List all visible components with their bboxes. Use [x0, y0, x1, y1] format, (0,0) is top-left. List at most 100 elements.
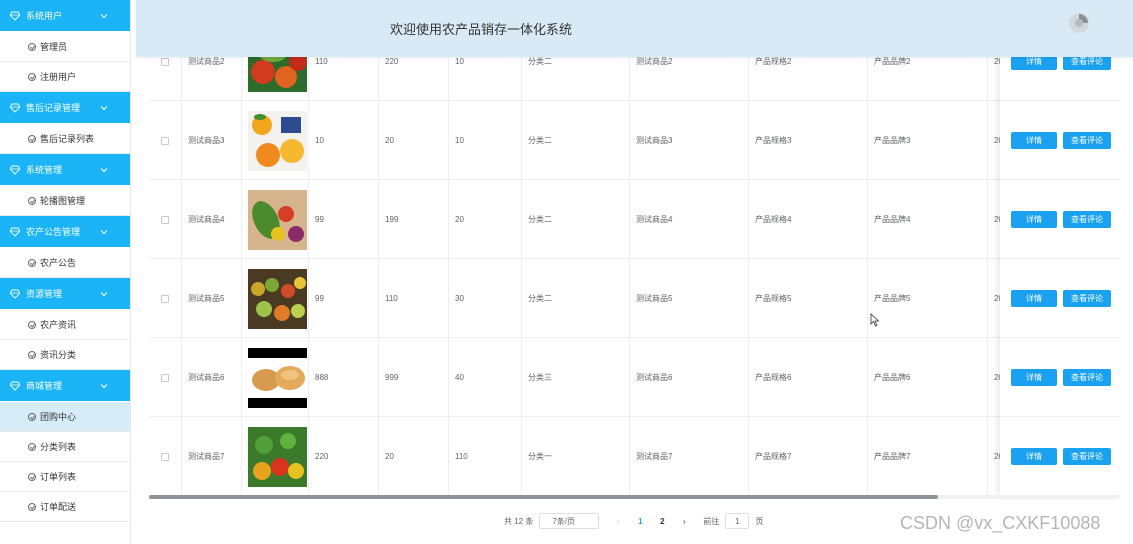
detail-button[interactable]: 详情	[1011, 448, 1057, 465]
menu-group-title: 系统用户	[26, 11, 63, 21]
row-checkbox-cell	[149, 417, 181, 496]
cell-category: 分类三	[521, 338, 629, 417]
product-thumbnail	[248, 268, 307, 329]
view-reviews-button[interactable]: 查看评论	[1063, 211, 1111, 228]
row-checkbox[interactable]	[161, 294, 169, 303]
menu-group-5[interactable]: 商城管理	[0, 370, 130, 402]
row-divider	[1000, 100, 1120, 101]
cell-c1: 220	[308, 417, 378, 496]
table-row: 测试商品3 10 20 10 分类二 测试商品3 产品规格3 产品品牌3 20	[149, 101, 1119, 180]
gem-icon	[10, 11, 20, 21]
cell-c1: 99	[308, 180, 378, 259]
page-size-select[interactable]: 7条/页	[539, 513, 600, 529]
table-row: 测试商品7 220 20 110 分类一 测试商品7 产品规格7 产品品牌7 20	[149, 417, 1119, 496]
cell-name: 测试商品7	[181, 417, 241, 496]
product-thumbnail	[248, 110, 307, 171]
menu-item[interactable]: 资讯分类	[0, 340, 130, 370]
detail-button[interactable]: 详情	[1011, 369, 1057, 386]
view-reviews-button[interactable]: 查看评论	[1063, 369, 1111, 386]
cell-c3: 30	[448, 259, 521, 338]
cell-title: 测试商品7	[629, 417, 748, 496]
cell-spec: 产品规格7	[748, 417, 867, 496]
goto-page-input[interactable]: 1	[725, 513, 750, 529]
row-checkbox[interactable]	[161, 57, 169, 66]
watermark: CSDN @vx_CXKF10088	[900, 513, 1101, 533]
product-image-cell	[241, 338, 308, 417]
row-checkbox-cell	[149, 101, 181, 180]
view-reviews-button[interactable]: 查看评论	[1063, 132, 1111, 149]
menu-item[interactable]: 农产公告	[0, 248, 130, 278]
row-divider	[1000, 179, 1120, 180]
view-reviews-button[interactable]: 查看评论	[1063, 448, 1111, 465]
product-thumbnail	[248, 426, 307, 487]
next-page-icon[interactable]: ›	[679, 517, 689, 526]
menu-group-title: 系统管理	[26, 165, 63, 175]
table-row: 测试商品6 888 999 40 分类三 测试商品6 产品规格6 产品品牌6 20	[149, 338, 1119, 417]
menu-item[interactable]: 轮播图管理	[0, 186, 130, 216]
menu-group-3[interactable]: 农产公告管理	[0, 216, 130, 248]
cell-brand: 产品品牌6	[867, 338, 987, 417]
menu-item[interactable]: 售后记录列表	[0, 124, 130, 154]
product-image-cell	[241, 417, 308, 496]
pagination: 共 12 条 7条/页 ‹ 1 2 › 前往 1 页	[504, 512, 763, 530]
detail-button[interactable]: 详情	[1011, 211, 1057, 228]
cell-brand: 产品品牌3	[867, 101, 987, 180]
cell-c2: 999	[378, 338, 448, 417]
check-circle-icon	[28, 412, 36, 421]
page-1-button[interactable]: 1	[633, 517, 647, 526]
row-checkbox[interactable]	[161, 215, 169, 224]
cell-name: 测试商品3	[181, 101, 241, 180]
mouse-cursor-icon	[870, 313, 880, 327]
check-circle-icon	[28, 42, 36, 51]
check-circle-icon	[28, 72, 36, 81]
chevron-down-icon	[100, 168, 108, 173]
menu-item[interactable]: 订单配送	[0, 492, 130, 522]
menu-group-title: 商城管理	[26, 381, 63, 391]
cell-c1: 10	[308, 101, 378, 180]
row-checkbox[interactable]	[161, 373, 169, 382]
menu-item-label: 注册用户	[40, 72, 77, 82]
menu-item[interactable]: 注册用户	[0, 62, 130, 92]
check-circle-icon	[28, 196, 36, 205]
goto-suffix: 页	[755, 516, 764, 526]
cell-c3: 40	[448, 338, 521, 417]
page-2-button[interactable]: 2	[655, 517, 669, 526]
row-checkbox[interactable]	[161, 136, 169, 145]
menu-item[interactable]: 分类列表	[0, 432, 130, 462]
menu-item[interactable]: 订单列表	[0, 462, 130, 492]
check-circle-icon	[28, 320, 36, 329]
menu-group-0[interactable]: 系统用户	[0, 0, 130, 32]
cell-c2: 20	[378, 417, 448, 496]
row-divider	[1000, 337, 1120, 338]
menu-group-2[interactable]: 系统管理	[0, 154, 130, 186]
horizontal-scrollbar-thumb[interactable]	[149, 495, 938, 499]
cell-category: 分类二	[521, 180, 629, 259]
gem-icon	[10, 227, 20, 237]
view-reviews-button[interactable]: 查看评论	[1063, 290, 1111, 307]
cell-category: 分类二	[521, 259, 629, 338]
gem-icon	[10, 103, 20, 113]
prev-page-icon[interactable]: ‹	[613, 517, 623, 526]
menu-group-4[interactable]: 资源管理	[0, 278, 130, 310]
cell-c1: 99	[308, 259, 378, 338]
menu-item-label: 分类列表	[40, 442, 77, 452]
menu-item-label: 轮播图管理	[40, 196, 86, 206]
menu-item-label: 团购中心	[40, 412, 77, 422]
chevron-down-icon	[100, 292, 108, 297]
cell-spec: 产品规格4	[748, 180, 867, 259]
check-circle-icon	[28, 350, 36, 359]
product-thumbnail	[248, 347, 307, 408]
menu-item[interactable]: 管理员	[0, 32, 130, 62]
menu-item[interactable]: 农产资讯	[0, 310, 130, 340]
chevron-down-icon	[100, 106, 108, 111]
menu-item[interactable]: 团购中心	[0, 402, 130, 432]
chevron-down-icon	[100, 384, 108, 389]
detail-button[interactable]: 详情	[1011, 132, 1057, 149]
cell-title: 测试商品3	[629, 101, 748, 180]
gem-icon	[10, 289, 20, 299]
check-circle-icon	[28, 442, 36, 451]
row-checkbox[interactable]	[161, 452, 169, 461]
menu-group-1[interactable]: 售后记录管理	[0, 92, 130, 124]
avatar-loading-icon[interactable]	[1068, 12, 1090, 34]
detail-button[interactable]: 详情	[1011, 290, 1057, 307]
